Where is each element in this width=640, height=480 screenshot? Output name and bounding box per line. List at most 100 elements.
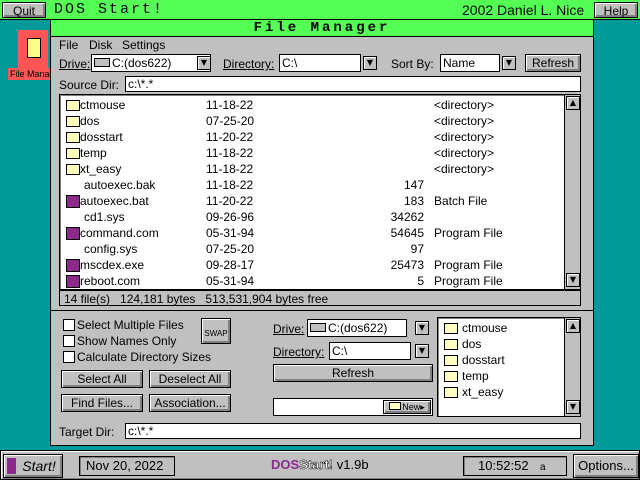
desktop: { "topbar": {"quit":"Quit","app_title":"… <box>0 0 640 480</box>
scroll-down-icon[interactable]: ▼ <box>566 273 580 287</box>
target-scroll-up-icon[interactable]: ▲ <box>566 319 580 333</box>
dos-program-icon <box>66 195 80 208</box>
show-names-checkbox[interactable] <box>63 335 75 347</box>
file-name: autoexec.bat <box>80 194 149 208</box>
file-name: ctmouse <box>80 98 126 112</box>
target-dir-item[interactable]: temp <box>442 368 562 384</box>
app-title: DOS Start! <box>54 1 165 18</box>
directory-dropdown-icon[interactable]: ▼ <box>363 56 377 70</box>
target-drive-label: Drive: <box>273 322 305 336</box>
target-scroll-down-icon[interactable]: ▼ <box>566 400 580 414</box>
target-dir-label: Target Dir: <box>59 425 115 439</box>
file-list[interactable]: ctmouse 11-18-22 <directory> dos 07-25-20 <di… <box>59 94 581 290</box>
options-button[interactable]: Options... <box>573 454 639 478</box>
target-drive-icon <box>310 323 326 332</box>
sort-select[interactable]: Name <box>440 54 500 72</box>
folder-icon <box>66 132 80 143</box>
file-date: 09-26-96 <box>206 210 255 224</box>
target-dir-item[interactable]: ctmouse <box>442 320 562 336</box>
scroll-up-icon[interactable]: ▲ <box>566 96 580 110</box>
file-manager-desktop-icon[interactable] <box>18 30 48 70</box>
target-dir-item[interactable]: dosstart <box>442 352 562 368</box>
window-titlebar[interactable]: File Manager <box>51 20 593 37</box>
date-text: Nov 20, 2022 <box>86 458 164 473</box>
refresh-button[interactable]: Refresh <box>525 54 581 72</box>
file-row[interactable]: xt_easy 11-18-22 <directory> <box>64 161 560 177</box>
folder-icon <box>444 387 458 398</box>
time-text: 10:52:52 <box>478 458 529 473</box>
file-manager-window: File Manager File Disk Settings Drive: C… <box>50 19 594 446</box>
menu-file[interactable]: File <box>59 38 78 52</box>
drive-dropdown-icon[interactable]: ▼ <box>197 56 211 70</box>
file-type: <directory> <box>434 162 495 176</box>
target-list-scrollbar[interactable]: ▲ ▼ <box>564 318 580 416</box>
quit-button[interactable]: Quit <box>2 2 46 18</box>
target-dir-name: ctmouse <box>462 321 508 335</box>
target-dir-list[interactable]: ctmouse dos dosstart temp xt_easy ▲ ▼ <box>437 317 581 417</box>
menu-settings[interactable]: Settings <box>122 38 165 52</box>
file-row[interactable]: temp 11-18-22 <directory> <box>64 145 560 161</box>
file-row[interactable]: mscdex.exe 09-28-17 25473 Program File <box>64 257 560 273</box>
deselect-all-button[interactable]: Deselect All <box>149 370 231 388</box>
dos-program-icon <box>66 275 80 288</box>
target-dir-item[interactable]: dos <box>442 336 562 352</box>
select-all-button[interactable]: Select All <box>61 370 143 388</box>
file-name: xt_easy <box>80 162 122 176</box>
help-button[interactable]: Help <box>594 2 638 18</box>
version-text: v1.9b <box>336 457 369 472</box>
drive-label: Drive: <box>59 57 91 71</box>
file-size: 97 <box>410 242 424 256</box>
file-name: config.sys <box>84 242 138 256</box>
menu-disk[interactable]: Disk <box>89 38 112 52</box>
file-type: Program File <box>434 226 503 240</box>
file-date: 11-18-22 <box>206 98 254 112</box>
new-folder-button[interactable]: New▸ <box>383 400 431 414</box>
file-date: 05-31-94 <box>206 226 255 240</box>
target-drive-dropdown-icon[interactable]: ▼ <box>415 321 429 335</box>
target-directory-label: Directory: <box>273 345 325 359</box>
file-row[interactable]: config.sys 07-25-20 97 <box>64 241 560 257</box>
target-refresh-button[interactable]: Refresh <box>273 364 433 382</box>
file-list-scrollbar[interactable]: ▲ ▼ <box>564 95 580 289</box>
target-dir-input[interactable]: c:\*.* <box>125 423 581 439</box>
directory-select[interactable]: C:\ <box>279 54 361 72</box>
association-button[interactable]: Association... <box>149 394 231 412</box>
target-drive-select[interactable]: C:(dos622) <box>307 319 407 337</box>
file-name: temp <box>80 146 107 160</box>
file-row[interactable]: ctmouse 11-18-22 <directory> <box>64 97 560 113</box>
target-dir-name: dos <box>462 337 482 351</box>
find-files-button[interactable]: Find Files... <box>61 394 143 412</box>
file-row[interactable]: dos 07-25-20 <directory> <box>64 113 560 129</box>
select-multiple-label: Select Multiple Files <box>77 318 184 332</box>
file-size: 5 <box>417 274 424 288</box>
taskbar: Start! Nov 20, 2022 DOSStart! v1.9b 10:5… <box>0 450 640 480</box>
target-dir-item[interactable]: xt_easy <box>442 384 562 400</box>
file-type: Program File <box>434 258 503 272</box>
target-directory-select[interactable]: C:\ <box>329 342 411 360</box>
select-multiple-checkbox[interactable] <box>63 319 75 331</box>
file-type: <directory> <box>434 98 495 112</box>
file-date: 11-18-22 <box>206 146 254 160</box>
source-dir-input[interactable]: c:\*.* <box>125 76 581 92</box>
file-row[interactable]: dosstart 11-20-22 <directory> <box>64 129 560 145</box>
file-date: 09-28-17 <box>206 258 255 272</box>
source-dir-label: Source Dir: <box>59 78 120 92</box>
sort-dropdown-icon[interactable]: ▼ <box>502 56 516 70</box>
file-row[interactable]: autoexec.bak 11-18-22 147 <box>64 177 560 193</box>
file-name: reboot.com <box>80 274 141 288</box>
target-directory-dropdown-icon[interactable]: ▼ <box>415 344 429 358</box>
target-dir-rows: ctmouse dos dosstart temp xt_easy <box>442 320 562 416</box>
file-row[interactable]: cd1.sys 09-26-96 34262 <box>64 209 560 225</box>
sort-label: Sort By: <box>391 57 434 71</box>
file-row[interactable]: command.com 05-31-94 54645 Program File <box>64 225 560 241</box>
file-row[interactable]: autoexec.bat 11-20-22 183 Batch File <box>64 193 560 209</box>
show-names-label: Show Names Only <box>77 334 177 348</box>
file-size: 34262 <box>390 210 424 224</box>
calc-sizes-checkbox[interactable] <box>63 351 75 363</box>
drive-select[interactable]: C:(dos622) <box>91 54 211 72</box>
file-row[interactable]: reboot.com 05-31-94 5 Program File <box>64 273 560 289</box>
file-date: 07-25-20 <box>206 242 255 256</box>
swap-button[interactable]: SWAP <box>201 318 231 344</box>
file-date: 11-18-22 <box>206 178 254 192</box>
start-button[interactable]: Start! <box>3 454 63 478</box>
